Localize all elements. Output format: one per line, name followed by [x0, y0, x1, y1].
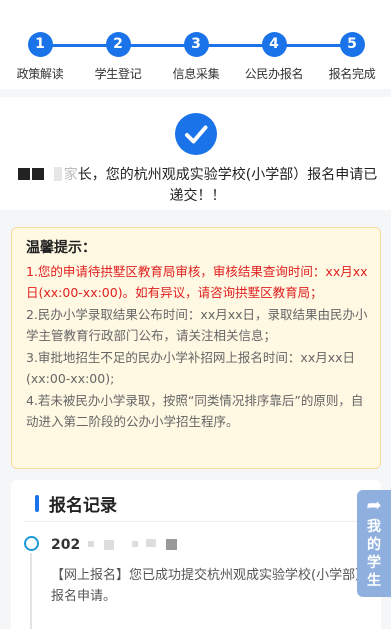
- step-4-label: 公民办报名: [244, 67, 304, 81]
- step-4-circle: 4: [261, 32, 287, 57]
- redacted-mark: [88, 541, 95, 547]
- step-1-circle: 1: [27, 32, 53, 57]
- step-5-label: 报名完成: [328, 67, 376, 81]
- redacted-mark: [146, 539, 157, 547]
- records-header: 报名记录: [11, 488, 381, 518]
- tip-item-4: 4.若未被民办小学录取，按照“同类情况排序靠后”的原则，自动进入第二阶段的公办小…: [26, 393, 364, 429]
- my-students-float-button[interactable]: ➦ 我的学生: [357, 490, 391, 597]
- step-3-circle: 3: [183, 32, 209, 57]
- success-message: 家长，您的杭州观成实验学校(小学部）报名申请已递交！！: [12, 165, 383, 207]
- tip-item-3: 3.审批地招生不足的民办小学补招网上报名时间：xx月xx日(xx:00-xx:0…: [26, 350, 356, 386]
- record-text: 【网上报名】您已成功提交杭州观成实验学校(小学部）报名申请。: [51, 568, 369, 604]
- message-text: 长，您的杭州观成实验学校(小学部）报名申请已递交！！: [77, 167, 378, 204]
- timeline-line: [30, 553, 32, 629]
- records-title: 报名记录: [49, 496, 117, 516]
- step-5[interactable]: 5 报名完成: [312, 32, 391, 82]
- tips-panel: 温馨提示： 1.您的申请待拱墅区教育局审核，审核结果查询时间：xx月xx日(xx…: [11, 227, 381, 469]
- tips-title: 温馨提示：: [26, 240, 96, 256]
- step-3[interactable]: 3 信息采集: [156, 32, 236, 82]
- timeline-dot-icon: [24, 536, 39, 551]
- redacted-name-mark: [17, 168, 30, 180]
- step-3-label: 信息采集: [172, 67, 220, 81]
- redacted-name-mark: [31, 168, 44, 180]
- success-check-icon: [175, 113, 217, 155]
- step-4[interactable]: 4 公民办报名: [234, 32, 314, 82]
- message-fragment: 家: [63, 167, 78, 183]
- record-time: 202: [51, 537, 178, 553]
- submit-result: 家长，您的杭州观成实验学校(小学部）报名申请已递交！！: [0, 97, 391, 210]
- redacted-mark: [104, 540, 115, 550]
- records-section: 报名记录 202 【网上报名】您已成功提交杭州观成实验学校(小学部）报名申请。: [11, 480, 381, 629]
- tip-item-1: 1.您的申请待拱墅区教育局审核，审核结果查询时间：xx月xx日(xx:00-xx…: [26, 264, 368, 300]
- step-2[interactable]: 2 学生登记: [78, 32, 158, 82]
- my-students-label: 我的学生: [367, 519, 381, 589]
- step-2-circle: 2: [105, 32, 131, 57]
- share-icon: ➦: [366, 495, 382, 516]
- redacted-mark: [166, 539, 178, 550]
- divider: [23, 521, 373, 522]
- step-progress: 1 政策解读 2 学生登记 3 信息采集 4 公民办报名 5 报名完成: [0, 0, 391, 89]
- step-5-circle: 5: [339, 32, 365, 57]
- record-time-text: 202: [51, 537, 81, 553]
- redacted-name-mark: [53, 167, 62, 181]
- step-1-label: 政策解读: [16, 67, 64, 81]
- tip-item-2: 2.民办小学录取结果公布时间：xx月xx日，录取结果由民办小学主管教育行政部门公…: [26, 307, 368, 343]
- step-2-label: 学生登记: [94, 67, 142, 81]
- redacted-mark: [132, 541, 139, 547]
- section-accent-bar: [35, 495, 39, 512]
- step-1[interactable]: 1 政策解读: [0, 32, 80, 82]
